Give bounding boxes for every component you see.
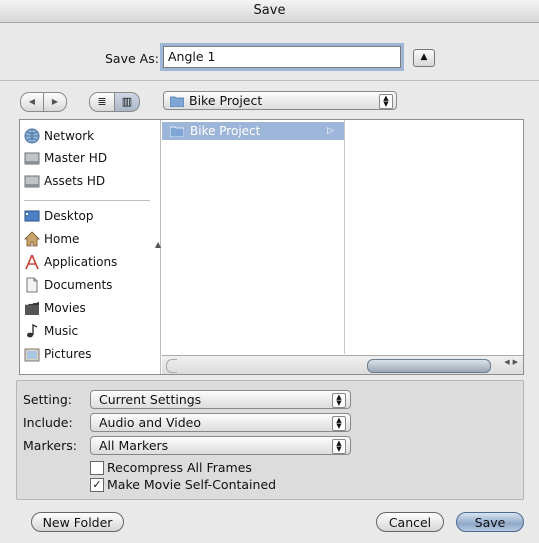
save-as-row: Save As: Angle 1 ▲ [0, 44, 539, 74]
sidebar-item-master-hd[interactable]: Master HD [24, 148, 107, 168]
save-dialog: Save Save As: Angle 1 ▲ ◀ ▶ ≣ ▥ Bike Pro… [0, 0, 539, 543]
save-button[interactable]: Save [456, 512, 524, 532]
cancel-button[interactable]: Cancel [376, 512, 444, 532]
sidebar-resize-handle[interactable]: ▲ [155, 240, 161, 249]
new-folder-button[interactable]: New Folder [31, 512, 124, 532]
location-popup-label: Bike Project [189, 93, 263, 108]
hard-drive-icon [24, 175, 40, 188]
folder-icon [170, 126, 184, 137]
self-contained-checkbox[interactable]: ✓ [90, 478, 104, 492]
sidebar-item-label: Master HD [44, 151, 108, 165]
sidebar-item-label: Documents [44, 278, 113, 292]
home-icon [24, 231, 40, 247]
sidebar-item-applications[interactable]: Applications [24, 252, 117, 272]
popup-arrows-icon: ▲ ▼ [379, 94, 393, 109]
sidebar-item-pictures[interactable]: Pictures [24, 344, 92, 364]
recompress-checkbox[interactable] [90, 461, 104, 475]
sidebar-item-label: Applications [44, 255, 118, 269]
scroll-track-cap [166, 359, 177, 373]
back-button[interactable]: ◀ [20, 92, 44, 112]
browser-column-1: Bike Project ▷ [162, 120, 345, 354]
list-item-label: Bike Project [190, 124, 261, 138]
browser-column-2 [345, 120, 523, 354]
popup-arrows-icon: ▲ ▼ [332, 439, 346, 454]
sidebar-item-movies[interactable]: Movies [24, 298, 86, 318]
file-browser: Network Master HD Assets HD Desktop Home [19, 119, 524, 375]
movies-icon [25, 301, 39, 315]
forward-button[interactable]: ▶ [44, 92, 67, 112]
folder-icon [170, 96, 184, 107]
markers-value: All Markers [99, 438, 169, 453]
location-popup[interactable]: Bike Project ▲ ▼ [163, 91, 397, 110]
desktop-icon [24, 210, 40, 222]
divider [0, 80, 539, 81]
column-view-icon[interactable]: ▥ [115, 92, 140, 112]
sidebar-item-desktop[interactable]: Desktop [24, 206, 94, 226]
documents-icon [26, 277, 38, 293]
applications-icon [25, 254, 39, 270]
hard-drive-icon [24, 152, 40, 165]
sidebar-item-label: Music [44, 324, 79, 338]
window-title: Save [0, 0, 539, 23]
popup-arrows-icon: ▲ ▼ [332, 416, 346, 431]
disclosure-arrow-icon: ▷ [327, 126, 334, 136]
globe-icon [24, 128, 40, 144]
back-forward-control: ◀ ▶ [20, 92, 67, 112]
self-contained-label: Make Movie Self-Contained [107, 477, 277, 492]
sidebar-item-label: Assets HD [44, 174, 106, 188]
sidebar-item-label: Pictures [44, 347, 92, 361]
sidebar-separator [24, 200, 150, 201]
recompress-label: Recompress All Frames [107, 460, 252, 475]
pictures-icon [24, 348, 40, 362]
setting-popup[interactable]: Current Settings ▲ ▼ [90, 390, 351, 409]
sidebar-item-network[interactable]: Network [24, 126, 94, 146]
view-mode-control: ≣ ▥ [89, 92, 140, 112]
save-as-label: Save As: [105, 51, 159, 66]
scroll-thumb[interactable] [367, 359, 491, 373]
sidebar-item-label: Movies [44, 301, 86, 315]
sidebar-item-label: Desktop [44, 209, 94, 223]
sidebar-item-label: Network [44, 129, 95, 143]
include-label: Include: [23, 415, 73, 430]
scroll-arrows-icon[interactable]: ◀▶ [504, 358, 521, 366]
sidebar-item-assets-hd[interactable]: Assets HD [24, 171, 105, 191]
setting-value: Current Settings [99, 392, 202, 407]
export-options-panel: Setting: Current Settings ▲ ▼ Include: Au… [16, 380, 524, 500]
markers-label: Markers: [23, 438, 77, 453]
sidebar-item-label: Home [44, 232, 80, 246]
include-value: Audio and Video [99, 415, 202, 430]
sidebar-item-music[interactable]: Music [24, 321, 78, 341]
collapse-toggle-button[interactable]: ▲ [413, 49, 435, 67]
setting-label: Setting: [23, 392, 72, 407]
sidebar: Network Master HD Assets HD Desktop Home [20, 120, 161, 374]
popup-arrows-icon: ▲ ▼ [332, 393, 346, 408]
markers-popup[interactable]: All Markers ▲ ▼ [90, 436, 351, 455]
music-note-icon [27, 323, 38, 338]
include-popup[interactable]: Audio and Video ▲ ▼ [90, 413, 351, 432]
save-as-input[interactable]: Angle 1 [163, 46, 401, 68]
list-item[interactable]: Bike Project ▷ [162, 122, 344, 140]
horizontal-scrollbar[interactable]: ◀▶ [162, 355, 523, 374]
sidebar-item-documents[interactable]: Documents [24, 275, 112, 295]
sidebar-item-home[interactable]: Home [24, 229, 79, 249]
list-view-icon[interactable]: ≣ [89, 92, 115, 112]
